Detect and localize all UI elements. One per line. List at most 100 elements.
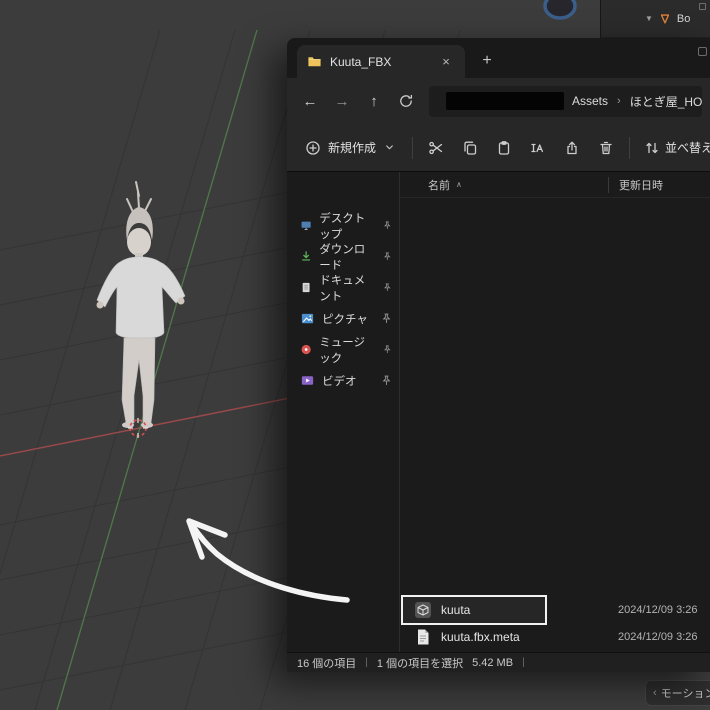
character-right-foot — [141, 422, 153, 428]
explorer-tab-strip: Kuuta_FBX × + — [287, 38, 710, 78]
explorer-content: デスクトップ ダウンロード ドキュメント ピクチャ ミュージック ビデオ 名前 … — [287, 172, 710, 652]
pin-icon — [384, 252, 391, 261]
motion-panel-tab[interactable]: ‹ モーションパ — [645, 680, 710, 706]
motion-panel-label: モーションパ — [660, 688, 710, 700]
new-tab-button[interactable]: + — [473, 47, 501, 75]
refresh-icon — [400, 94, 413, 107]
toolbar-divider — [412, 136, 414, 159]
explorer-address-row: ← → ↑ Assets › ほとぎ屋_HOTO — [287, 78, 710, 124]
pin-icon — [384, 221, 391, 230]
meta-file-icon — [418, 629, 429, 645]
fbx-file-icon — [415, 602, 431, 618]
file-row-kuuta-meta[interactable]: kuuta.fbx.meta 2024/12/09 3:26 — [400, 624, 710, 650]
share-button[interactable] — [555, 131, 589, 165]
screen: ▼ Bo ‹ モーションパ Kuuta_FBX × + ← — [0, 0, 710, 710]
scissors-icon — [429, 141, 443, 154]
breadcrumb: Assets › ほとぎ屋_HOTO — [572, 93, 702, 110]
rename-button[interactable] — [521, 131, 555, 165]
sidebar-item-label: ダウンロード — [319, 243, 366, 272]
scene-object-sphere[interactable] — [543, 0, 577, 20]
address-bar[interactable]: Assets › ほとぎ屋_HOTO — [429, 85, 702, 117]
delete-button[interactable] — [589, 131, 623, 165]
character-left-hand — [96, 301, 104, 309]
file-list-area[interactable]: 名前 ∧ 更新日時 kuuta 2024/12/09 3:26 kuuta.fb… — [400, 172, 710, 652]
folder-icon — [308, 57, 321, 67]
selection-size: 5.42 MB — [472, 656, 514, 669]
sidebar-item-music[interactable]: ミュージック — [287, 334, 399, 365]
redacted-path-segment — [446, 92, 564, 110]
outliner-item-label[interactable]: Bo — [677, 13, 690, 25]
toolbar-divider — [629, 136, 631, 159]
breadcrumb-assets[interactable]: Assets — [572, 94, 608, 108]
refresh-button[interactable] — [391, 86, 421, 116]
new-item-button[interactable]: 新規作成 — [295, 131, 406, 165]
explorer-sidebar: デスクトップ ダウンロード ドキュメント ピクチャ ミュージック ビデオ — [287, 172, 400, 652]
sort-label: 並べ替え — [665, 141, 710, 155]
cut-button[interactable] — [419, 131, 453, 165]
panel-collapse-chevron: ‹ — [653, 687, 657, 699]
selection-count: 1 個の項目を選択 — [376, 657, 464, 670]
breadcrumb-current-folder[interactable]: ほとぎ屋_HOTO — [630, 93, 702, 110]
outliner-filter-icon[interactable] — [699, 3, 706, 10]
sidebar-item-label: ビデオ — [322, 375, 357, 388]
forward-button[interactable]: → — [327, 86, 357, 116]
explorer-command-bar: 新規作成 並べ替え — [287, 124, 710, 172]
share-icon — [567, 141, 577, 154]
sidebar-item-documents[interactable]: ドキュメント — [287, 272, 399, 303]
sort-ascending-caret: ∧ — [456, 180, 462, 189]
tab-title: Kuuta_FBX — [330, 54, 392, 69]
pin-icon — [384, 345, 391, 354]
tab-close-icon[interactable]: × — [437, 53, 455, 71]
pin-icon — [384, 283, 391, 292]
file-date: 2024/12/09 3:26 — [618, 604, 698, 616]
sidebar-item-label: ピクチャ — [322, 313, 368, 326]
copy-icon — [464, 141, 477, 155]
column-header-row: 名前 ∧ 更新日時 — [400, 172, 710, 198]
window-control-icon[interactable] — [698, 47, 707, 56]
character-left-foot — [122, 422, 134, 428]
item-count: 16 個の項目 — [297, 657, 357, 670]
breadcrumb-separator: › — [617, 95, 621, 107]
file-row-kuuta[interactable]: kuuta 2024/12/09 3:26 — [400, 595, 710, 625]
up-button[interactable]: ↑ — [359, 86, 389, 116]
file-date: 2024/12/09 3:26 — [618, 631, 698, 643]
file-explorer-window: Kuuta_FBX × + ← → ↑ Assets › ほとぎ屋_HO 新規作… — [287, 38, 710, 672]
paste-button[interactable] — [487, 131, 521, 165]
trash-icon — [600, 141, 612, 154]
explorer-status-bar: 16 個の項目 | 1 個の項目を選択 5.42 MB | — [287, 652, 710, 672]
sidebar-item-downloads[interactable]: ダウンロード — [287, 241, 399, 272]
character-head — [127, 228, 151, 256]
copy-button[interactable] — [453, 131, 487, 165]
sidebar-item-label: ミュージック — [319, 336, 366, 365]
column-header-date[interactable]: 更新日時 — [608, 176, 663, 193]
status-separator: | — [522, 657, 525, 668]
document-icon — [302, 282, 310, 293]
sidebar-item-pictures[interactable]: ピクチャ — [287, 303, 399, 334]
new-item-label: 新規作成 — [328, 141, 377, 155]
blender-outliner-panel: ▼ Bo — [600, 0, 710, 38]
sort-icon — [646, 142, 658, 153]
clipboard-icon — [498, 140, 510, 155]
back-button[interactable]: ← — [295, 86, 325, 116]
file-rows: kuuta 2024/12/09 3:26 kuuta.fbx.meta 202… — [400, 595, 710, 650]
file-name: kuuta.fbx.meta — [441, 630, 520, 644]
outliner-expand-arrow[interactable]: ▼ — [645, 14, 653, 23]
sidebar-item-desktop[interactable]: デスクトップ — [287, 210, 399, 241]
pin-icon — [382, 375, 391, 386]
pin-icon — [382, 313, 391, 324]
download-icon — [302, 251, 311, 261]
sort-button[interactable]: 並べ替え — [636, 131, 710, 165]
rename-icon — [531, 143, 544, 152]
chevron-down-icon — [386, 145, 393, 150]
column-header-name[interactable]: 名前 ∧ — [428, 177, 462, 193]
explorer-tab[interactable]: Kuuta_FBX × — [297, 45, 465, 78]
file-name: kuuta — [441, 603, 471, 617]
character-right-hand — [177, 297, 185, 305]
sidebar-item-label: デスクトップ — [319, 212, 366, 241]
plus-circle-icon — [306, 140, 320, 155]
armature-icon — [660, 13, 670, 24]
status-separator: | — [365, 657, 368, 668]
music-icon — [301, 344, 311, 355]
sidebar-item-videos[interactable]: ビデオ — [287, 365, 399, 396]
sidebar-item-label: ドキュメント — [319, 274, 366, 303]
